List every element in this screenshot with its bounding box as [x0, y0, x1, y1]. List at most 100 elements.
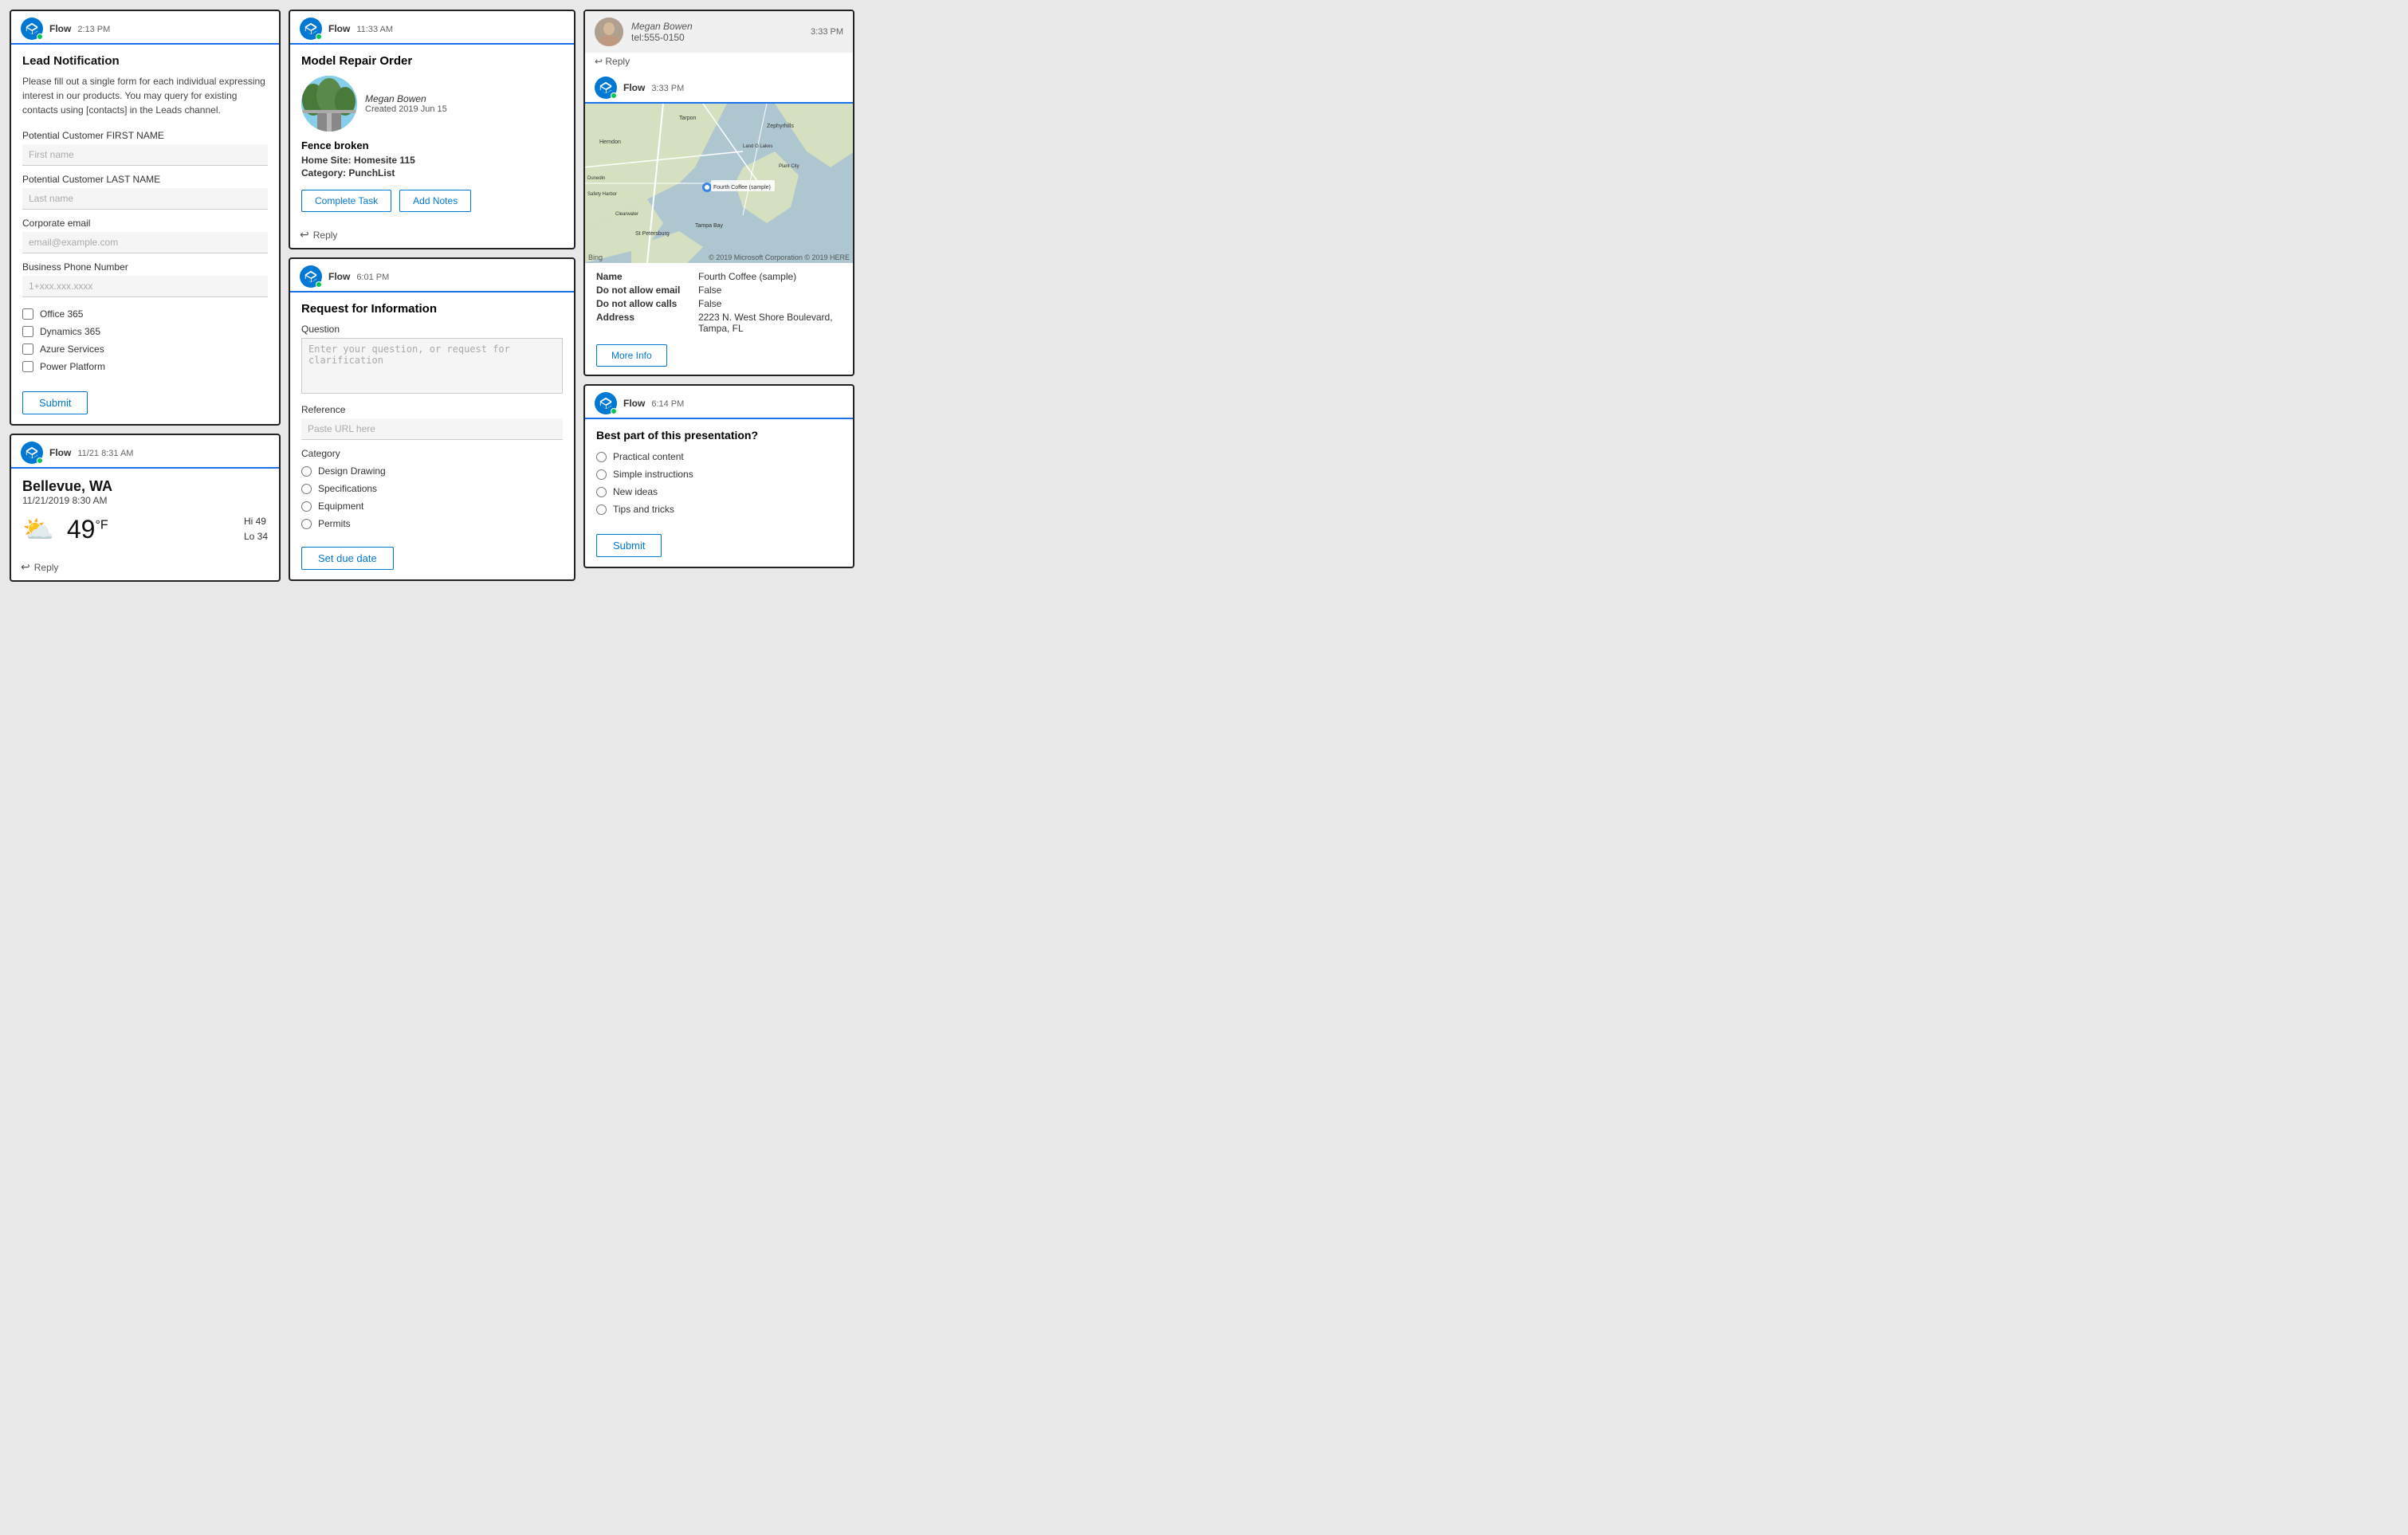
repair-reply[interactable]: ↩ Reply — [290, 222, 574, 248]
permits-radio[interactable] — [301, 519, 312, 529]
practical-content-radio[interactable] — [596, 452, 607, 462]
checkbox-office365[interactable]: Office 365 — [22, 308, 268, 320]
map-name-key: Name — [596, 271, 692, 282]
weather-hi: Hi 49 — [244, 514, 268, 529]
poll-card: Flow 6:14 PM Best part of this presentat… — [583, 384, 854, 568]
category-value: PunchList — [348, 167, 395, 179]
weather-city: Bellevue, WA — [22, 478, 268, 495]
specifications-radio[interactable] — [301, 484, 312, 494]
repair-time: 11:33 AM — [356, 25, 393, 34]
practical-content-label: Practical content — [613, 451, 684, 462]
rfi-card: Flow 6:01 PM Request for Information Que… — [289, 257, 575, 581]
last-name-input[interactable] — [22, 188, 268, 210]
repair-reply-arrow-icon: ↩ — [300, 228, 309, 241]
poll-option-new-ideas[interactable]: New ideas — [596, 486, 842, 497]
homesite-label: Home Site: — [301, 155, 352, 166]
poll-header-meta: Flow 6:14 PM — [623, 398, 684, 409]
poll-option-practical[interactable]: Practical content — [596, 451, 842, 462]
homesite-value: Homesite 115 — [354, 155, 415, 166]
design-drawing-radio[interactable] — [301, 466, 312, 477]
checkbox-powerplatform[interactable]: Power Platform — [22, 361, 268, 372]
flow-icon-repair — [300, 18, 322, 40]
new-ideas-label: New ideas — [613, 486, 658, 497]
phone-label: Business Phone Number — [22, 261, 268, 273]
here-watermark: © 2019 Microsoft Corporation © 2019 HERE — [709, 253, 850, 261]
first-name-field: Potential Customer FIRST NAME — [22, 130, 268, 166]
phone-input[interactable] — [22, 276, 268, 297]
sender-name: Flow — [49, 23, 71, 34]
checkbox-azure[interactable]: Azure Services — [22, 344, 268, 355]
reference-input[interactable] — [301, 418, 563, 440]
radio-permits[interactable]: Permits — [301, 518, 563, 529]
email-input[interactable] — [22, 232, 268, 253]
weather-date: 11/21/2019 8:30 AM — [22, 495, 268, 506]
right-column: Megan Bowen tel:555-0150 3:33 PM ↩ Reply… — [583, 10, 854, 1525]
svg-text:Plant City: Plant City — [779, 164, 799, 169]
map-name-val: Fourth Coffee (sample) — [698, 271, 796, 282]
contact-reply[interactable]: ↩ Reply — [585, 53, 853, 70]
category-label: Category: — [301, 167, 346, 179]
weather-card: Flow 11/21 8:31 AM Bellevue, WA 11/21/20… — [10, 434, 281, 582]
office365-checkbox[interactable] — [22, 308, 33, 320]
online-dot — [37, 33, 43, 40]
weather-temp: 49°F — [67, 515, 108, 544]
repair-user-row: Megan Bowen Created 2019 Jun 15 — [301, 76, 563, 132]
svg-text:Tarpon: Tarpon — [679, 116, 697, 121]
repair-created: Created 2019 Jun 15 — [365, 104, 447, 114]
svg-text:Dunedin: Dunedin — [587, 176, 605, 181]
weather-reply[interactable]: ↩ Reply — [11, 554, 279, 580]
tips-tricks-radio[interactable] — [596, 504, 607, 515]
complete-task-button[interactable]: Complete Task — [301, 190, 391, 212]
map-calls-val: False — [698, 298, 721, 309]
map-calls-row: Do not allow calls False — [596, 298, 842, 309]
contact-name: Megan Bowen — [631, 21, 693, 32]
new-ideas-radio[interactable] — [596, 487, 607, 497]
set-due-date-button[interactable]: Set due date — [301, 547, 394, 570]
svg-text:Clearwater: Clearwater — [615, 212, 638, 217]
tips-tricks-label: Tips and tricks — [613, 504, 674, 515]
weather-time: 11/21 8:31 AM — [77, 449, 133, 458]
weather-row: ⛅ 49°F Hi 49 Lo 34 — [22, 514, 268, 544]
poll-time: 6:14 PM — [651, 399, 684, 409]
azure-checkbox[interactable] — [22, 344, 33, 355]
bing-watermark: Bing — [588, 253, 603, 261]
weather-lo: Lo 34 — [244, 529, 268, 544]
office365-label: Office 365 — [40, 308, 83, 320]
map-time: 3:33 PM — [651, 84, 684, 93]
checkbox-dynamics365[interactable]: Dynamics 365 — [22, 326, 268, 337]
more-info-button[interactable]: More Info — [596, 344, 667, 367]
powerplatform-checkbox[interactable] — [22, 361, 33, 372]
reply-arrow-icon: ↩ — [21, 560, 30, 574]
svg-text:Tampa Bay: Tampa Bay — [695, 223, 724, 229]
equipment-radio[interactable] — [301, 501, 312, 512]
poll-option-simple[interactable]: Simple instructions — [596, 469, 842, 480]
repair-reply-label: Reply — [313, 230, 338, 241]
weather-header-meta: Flow 11/21 8:31 AM — [49, 447, 133, 458]
lead-submit-button[interactable]: Submit — [22, 391, 88, 414]
map-card-header: Flow 3:33 PM — [585, 70, 853, 104]
dynamics365-label: Dynamics 365 — [40, 326, 100, 337]
weather-card-header: Flow 11/21 8:31 AM — [11, 435, 279, 469]
poll-submit-button[interactable]: Submit — [596, 534, 662, 557]
poll-sender: Flow — [623, 398, 645, 409]
question-textarea[interactable] — [301, 338, 563, 394]
map-address-row: Address 2223 N. West Shore Boulevard, Ta… — [596, 312, 842, 334]
rfi-title: Request for Information — [301, 302, 563, 316]
permits-label: Permits — [318, 518, 351, 529]
dynamics365-checkbox[interactable] — [22, 326, 33, 337]
azure-label: Azure Services — [40, 344, 104, 355]
product-checkboxes: Office 365 Dynamics 365 Azure Services P… — [22, 308, 268, 372]
mid-column: Flow 11:33 AM Model Repair Order — [289, 10, 575, 1525]
add-notes-button[interactable]: Add Notes — [399, 190, 471, 212]
reply-label: Reply — [34, 562, 59, 573]
radio-equipment[interactable]: Equipment — [301, 501, 563, 512]
radio-specifications[interactable]: Specifications — [301, 483, 563, 494]
simple-instructions-radio[interactable] — [596, 469, 607, 480]
repair-user-info: Megan Bowen Created 2019 Jun 15 — [365, 93, 447, 114]
weather-online-dot — [37, 457, 43, 464]
radio-design-drawing[interactable]: Design Drawing — [301, 465, 563, 477]
svg-text:Land O Lakes: Land O Lakes — [743, 144, 772, 149]
poll-online-dot — [611, 408, 617, 414]
first-name-input[interactable] — [22, 144, 268, 166]
poll-option-tips[interactable]: Tips and tricks — [596, 504, 842, 515]
